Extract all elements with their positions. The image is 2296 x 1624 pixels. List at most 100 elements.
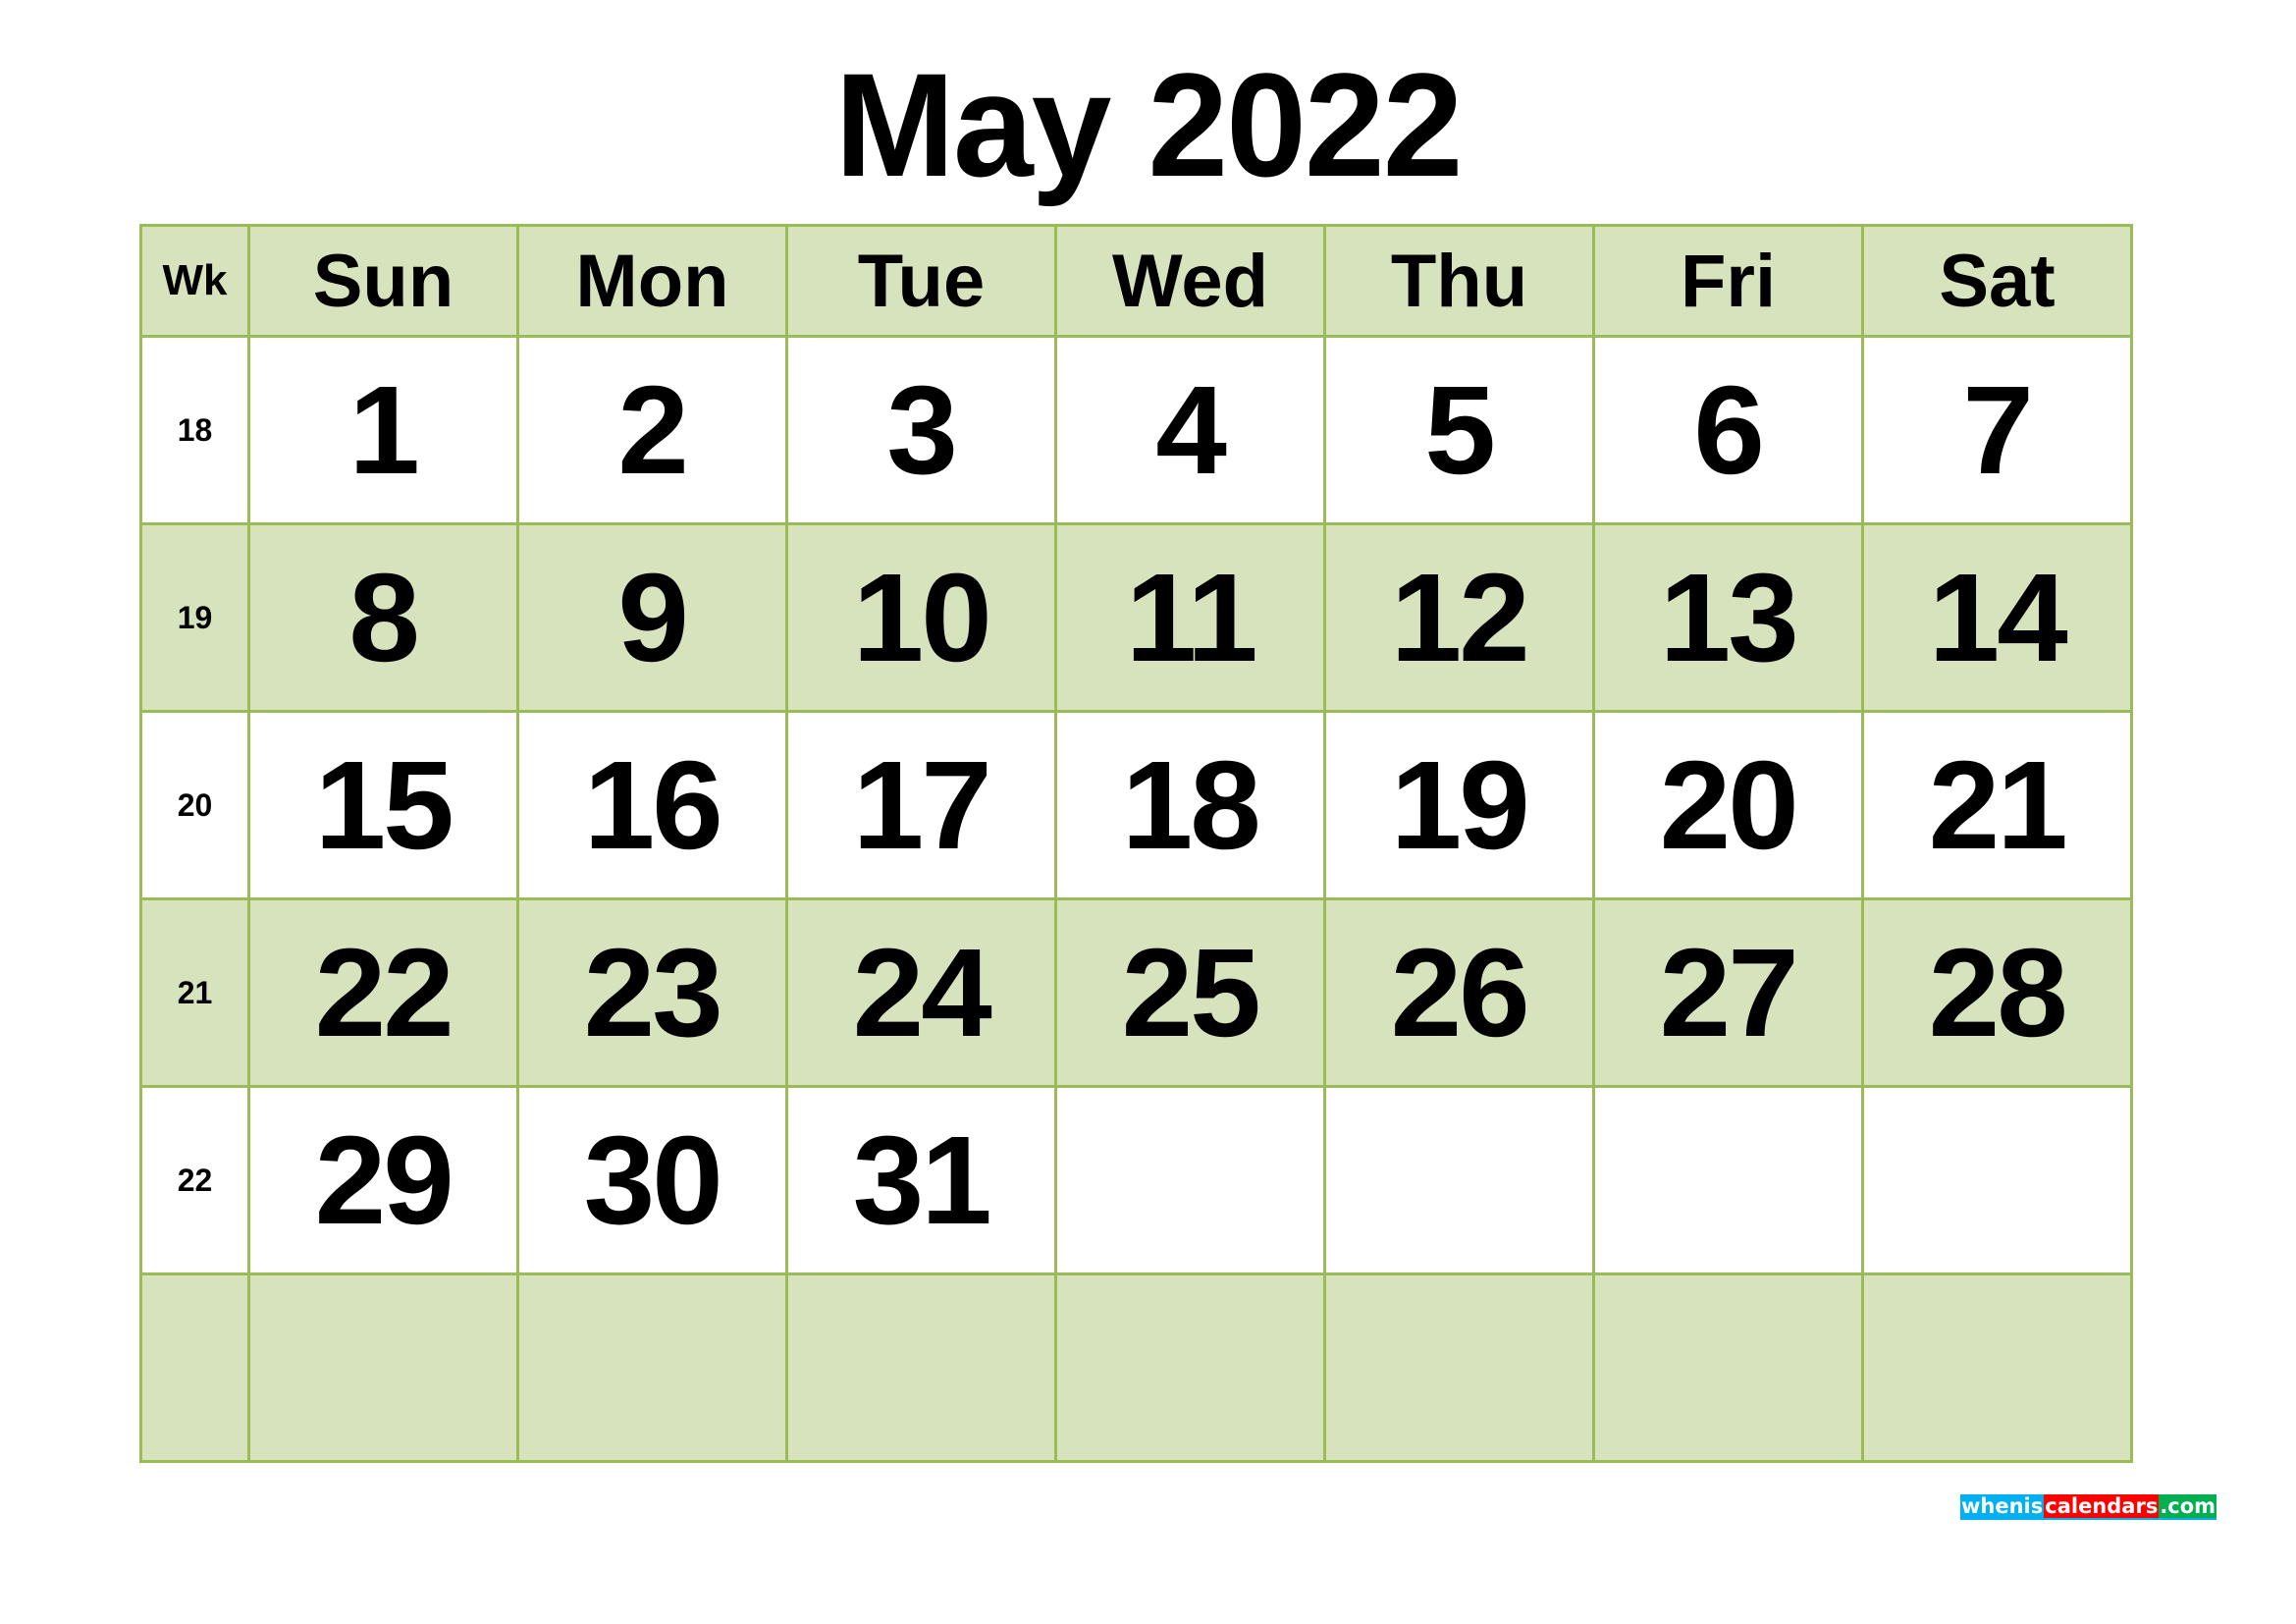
weekday-header-wed: Wed bbox=[1054, 224, 1326, 338]
day-number: 19 bbox=[1390, 734, 1530, 876]
day-number: 26 bbox=[1390, 922, 1530, 1063]
day-cell-thu bbox=[1323, 1272, 1595, 1463]
week-row: 19 8 9 10 11 12 13 14 bbox=[139, 522, 2133, 713]
day-cell-tue: 24 bbox=[785, 897, 1057, 1088]
watermark-part-com: .com bbox=[2159, 1494, 2217, 1518]
calendar-title: May 2022 bbox=[834, 42, 1463, 207]
day-cell-sat bbox=[1861, 1085, 2133, 1275]
weekday-header-row: Wk Sun Mon Tue Wed Thu Fri Sat bbox=[139, 224, 2133, 338]
week-row bbox=[139, 1272, 2133, 1463]
weekday-header-tue: Tue bbox=[785, 224, 1057, 338]
day-cell-wed: 25 bbox=[1054, 897, 1326, 1088]
day-number: 15 bbox=[314, 734, 454, 876]
day-cell-sat: 14 bbox=[1861, 522, 2133, 713]
week-row: 21 22 23 24 25 26 27 28 bbox=[139, 897, 2133, 1088]
day-cell-sat: 21 bbox=[1861, 710, 2133, 900]
day-number: 14 bbox=[1928, 547, 2068, 688]
watermark-logo[interactable]: whenis calendars .com bbox=[1960, 1494, 2217, 1520]
day-cell-sat: 28 bbox=[1861, 897, 2133, 1088]
day-cell-sat: 7 bbox=[1861, 335, 2133, 525]
day-number: 8 bbox=[348, 547, 421, 688]
day-cell-mon bbox=[516, 1272, 788, 1463]
day-cell-mon: 9 bbox=[516, 522, 788, 713]
day-cell-sun: 1 bbox=[247, 335, 519, 525]
day-number: 1 bbox=[348, 359, 421, 501]
watermark-part-calendars: calendars bbox=[2044, 1494, 2160, 1518]
day-cell-thu: 12 bbox=[1323, 522, 1595, 713]
day-cell-wed: 11 bbox=[1054, 522, 1326, 713]
day-cell-mon: 30 bbox=[516, 1085, 788, 1275]
weekday-header-sun: Sun bbox=[247, 224, 519, 338]
day-number: 5 bbox=[1424, 359, 1497, 501]
day-number: 27 bbox=[1659, 922, 1799, 1063]
day-number: 16 bbox=[583, 734, 723, 876]
day-number: 20 bbox=[1659, 734, 1799, 876]
day-cell-tue bbox=[785, 1272, 1057, 1463]
week-number: 18 bbox=[139, 335, 250, 525]
week-number: 22 bbox=[139, 1085, 250, 1275]
day-cell-fri: 6 bbox=[1592, 335, 1864, 525]
day-number: 30 bbox=[583, 1110, 723, 1251]
day-number: 2 bbox=[617, 359, 690, 501]
week-number bbox=[139, 1272, 250, 1463]
day-cell-wed: 4 bbox=[1054, 335, 1326, 525]
day-number: 4 bbox=[1155, 359, 1228, 501]
day-number: 24 bbox=[852, 922, 992, 1063]
day-number: 31 bbox=[852, 1110, 992, 1251]
day-cell-wed bbox=[1054, 1085, 1326, 1275]
day-cell-thu: 5 bbox=[1323, 335, 1595, 525]
day-cell-tue: 31 bbox=[785, 1085, 1057, 1275]
day-cell-tue: 3 bbox=[785, 335, 1057, 525]
day-cell-tue: 17 bbox=[785, 710, 1057, 900]
week-row: 22 29 30 31 bbox=[139, 1085, 2133, 1275]
weekday-header-sat: Sat bbox=[1861, 224, 2133, 338]
day-cell-sun: 29 bbox=[247, 1085, 519, 1275]
day-cell-mon: 16 bbox=[516, 710, 788, 900]
weekday-header-fri: Fri bbox=[1592, 224, 1864, 338]
day-cell-sun: 22 bbox=[247, 897, 519, 1088]
day-number: 7 bbox=[1962, 359, 2035, 501]
week-row: 18 1 2 3 4 5 6 7 bbox=[139, 335, 2133, 525]
day-number: 13 bbox=[1659, 547, 1799, 688]
day-number: 10 bbox=[852, 547, 992, 688]
day-number: 11 bbox=[1125, 547, 1258, 688]
day-cell-wed bbox=[1054, 1272, 1326, 1463]
day-number: 21 bbox=[1928, 734, 2068, 876]
calendar-grid: Wk Sun Mon Tue Wed Thu Fri Sat 18 1 2 3 4 5 6 7… bbox=[139, 224, 2133, 1463]
day-number: 18 bbox=[1121, 734, 1261, 876]
day-cell-fri: 13 bbox=[1592, 522, 1864, 713]
week-number: 20 bbox=[139, 710, 250, 900]
day-cell-fri bbox=[1592, 1085, 1864, 1275]
day-cell-fri: 27 bbox=[1592, 897, 1864, 1088]
watermark-part-whenis: whenis bbox=[1960, 1494, 2045, 1518]
day-number: 29 bbox=[314, 1110, 454, 1251]
day-cell-fri bbox=[1592, 1272, 1864, 1463]
week-number-header: Wk bbox=[139, 224, 250, 338]
day-cell-mon: 2 bbox=[516, 335, 788, 525]
day-cell-sat bbox=[1861, 1272, 2133, 1463]
weekday-header-mon: Mon bbox=[516, 224, 788, 338]
day-cell-sun: 15 bbox=[247, 710, 519, 900]
day-cell-thu: 26 bbox=[1323, 897, 1595, 1088]
day-number: 3 bbox=[886, 359, 959, 501]
day-number: 28 bbox=[1928, 922, 2068, 1063]
week-number: 19 bbox=[139, 522, 250, 713]
day-number: 22 bbox=[314, 922, 454, 1063]
day-cell-fri: 20 bbox=[1592, 710, 1864, 900]
day-cell-sun: 8 bbox=[247, 522, 519, 713]
day-cell-mon: 23 bbox=[516, 897, 788, 1088]
week-number: 21 bbox=[139, 897, 250, 1088]
day-number: 23 bbox=[583, 922, 723, 1063]
day-cell-tue: 10 bbox=[785, 522, 1057, 713]
day-cell-sun bbox=[247, 1272, 519, 1463]
day-number: 9 bbox=[617, 547, 690, 688]
week-row: 20 15 16 17 18 19 20 21 bbox=[139, 710, 2133, 900]
weekday-header-thu: Thu bbox=[1323, 224, 1595, 338]
day-cell-thu bbox=[1323, 1085, 1595, 1275]
day-number: 6 bbox=[1693, 359, 1766, 501]
day-number: 17 bbox=[852, 734, 992, 876]
day-cell-thu: 19 bbox=[1323, 710, 1595, 900]
day-number: 25 bbox=[1121, 922, 1261, 1063]
day-cell-wed: 18 bbox=[1054, 710, 1326, 900]
day-number: 12 bbox=[1390, 547, 1530, 688]
